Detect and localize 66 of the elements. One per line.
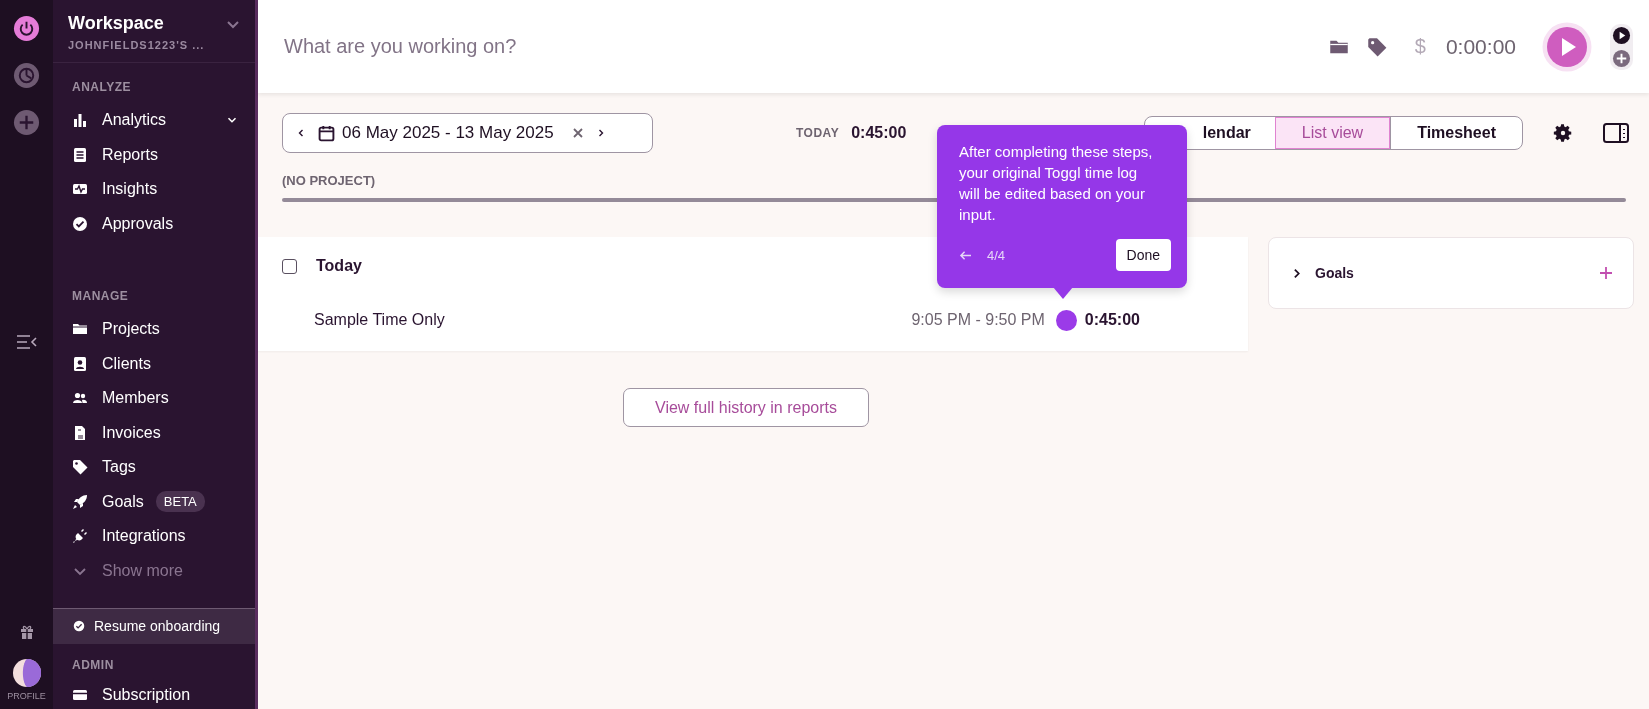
chevron-left-icon[interactable] [296, 128, 306, 138]
today-label: TODAY [796, 126, 840, 140]
nav-item[interactable]: Insights [53, 172, 255, 207]
rocket-icon [72, 493, 88, 510]
plug-icon [72, 528, 88, 545]
section-heading: ADMIN [71, 656, 115, 674]
nav-item[interactable]: Integrations [53, 519, 255, 554]
step-counter: 4/4 [987, 247, 1007, 263]
nav-item[interactable]: Subscription [53, 680, 255, 709]
settings-icon[interactable] [1552, 122, 1574, 144]
day-checkbox[interactable] [282, 258, 297, 274]
nav-item[interactable]: Members [53, 381, 255, 416]
date-range-picker[interactable]: 06 May 2025 - 13 May 2025 [282, 113, 653, 153]
section-heading: ANALYZE [71, 79, 133, 97]
check-circle-icon [73, 620, 85, 633]
profile-label[interactable]: PROFILE [7, 691, 46, 701]
arrow-left-icon[interactable] [959, 249, 972, 261]
section-heading: MANAGE [71, 288, 130, 306]
timer: 0:00:00 [1445, 34, 1516, 59]
entry-duration[interactable]: 0:45:00 [1084, 311, 1140, 329]
document-icon [72, 146, 88, 163]
invoice-icon [72, 424, 88, 441]
gift-icon[interactable] [18, 624, 35, 640]
beta-badge: BETA [155, 491, 205, 513]
view-tab[interactable]: List view [1274, 117, 1391, 149]
day-title: Today [316, 257, 362, 275]
nav-item[interactable]: Analytics [53, 103, 255, 138]
add-icon[interactable] [1612, 48, 1631, 68]
nav-item[interactable]: Reports [53, 137, 255, 173]
tag-icon[interactable] [1366, 36, 1387, 57]
add-icon[interactable] [1599, 266, 1613, 280]
workspace-name[interactable]: Workspace [68, 13, 164, 34]
clock-icon[interactable] [13, 62, 40, 89]
nav-item[interactable]: Show more [53, 553, 255, 589]
tooltip-text: After completing these steps, your original Toggl time log will be edited based on your input. [959, 142, 1154, 225]
contact-card-icon [72, 355, 88, 372]
avatar[interactable] [11, 658, 42, 688]
close-icon[interactable] [571, 127, 584, 139]
today-total: 0:45:00 [851, 124, 907, 142]
nav-item[interactable]: Clients [53, 346, 255, 382]
done-button[interactable]: Done [1115, 239, 1171, 271]
workspace-subtitle: JOHNFIELDS1223'S ... [68, 39, 206, 51]
nav-item[interactable]: Projects [53, 312, 255, 347]
bar-chart-icon [72, 112, 88, 129]
nav-item[interactable]: Goals BETA [53, 484, 255, 520]
add-icon[interactable] [13, 109, 40, 136]
chevron-right-icon[interactable] [1291, 267, 1302, 279]
calendar-icon [318, 124, 335, 142]
collapse-menu-icon[interactable] [15, 334, 38, 350]
nav-item[interactable]: Approvals [53, 206, 255, 242]
play-icon[interactable] [1612, 25, 1631, 45]
nav-item[interactable]: Tags [53, 450, 255, 485]
side-panel-icon[interactable] [1603, 122, 1629, 144]
entry-time-range[interactable]: 9:05 PM - 9:50 PM [911, 311, 1045, 329]
tag-icon [72, 459, 88, 476]
project-label: (NO PROJECT) [282, 173, 376, 188]
play-button[interactable] [1542, 21, 1592, 72]
date-range: 06 May 2025 - 13 May 2025 [342, 123, 554, 143]
view-history-button[interactable]: View full history in reports [623, 388, 869, 427]
check-circle-icon [72, 215, 88, 232]
view-tab[interactable]: Timesheet [1390, 117, 1522, 149]
entry-description[interactable]: Sample Time Only [314, 311, 912, 329]
power-icon[interactable] [13, 15, 40, 42]
goals-title: Goals [1315, 265, 1355, 281]
resume-onboarding-button[interactable]: Resume onboarding [53, 608, 255, 644]
nav-item[interactable]: Invoices [53, 415, 255, 451]
